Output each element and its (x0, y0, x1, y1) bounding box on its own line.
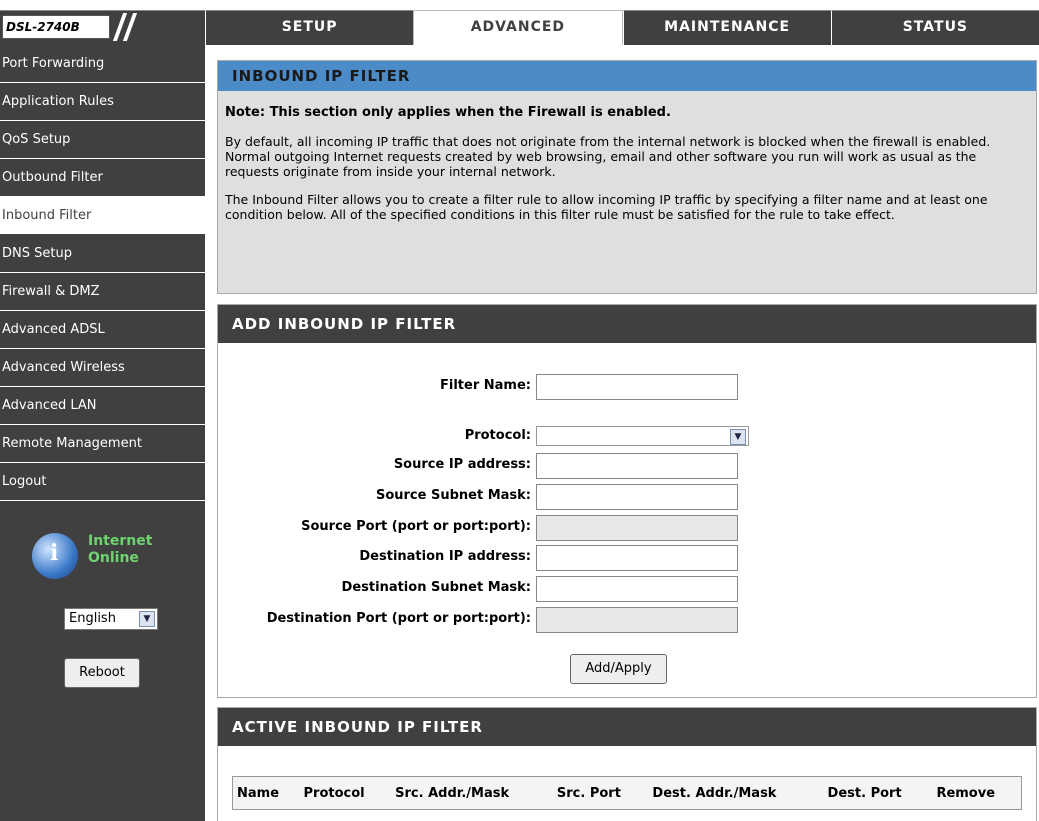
language-select[interactable]: English ▼ (64, 608, 158, 630)
active-filter-title: ACTIVE INBOUND IP FILTER (218, 708, 1036, 746)
sidebar-item-advanced-lan[interactable]: Advanced LAN (0, 387, 205, 425)
reboot-button[interactable]: Reboot (64, 658, 140, 688)
internet-status-text: Internet Online (88, 533, 152, 567)
sidebar-item-logout[interactable]: Logout (0, 463, 205, 501)
filter-name-input[interactable] (536, 374, 738, 400)
destination-mask-label: Destination Subnet Mask: (341, 580, 531, 595)
tab-setup[interactable]: SETUP (205, 10, 414, 45)
add-filter-panel: ADD INBOUND IP FILTER Filter Name: Proto… (217, 304, 1037, 698)
brand-area: DSL-2740B (0, 10, 205, 45)
active-filter-panel: ACTIVE INBOUND IP FILTER Name Protocol S… (217, 707, 1037, 821)
destination-mask-input[interactable] (536, 576, 738, 602)
top-bar: DSL-2740B SETUP ADVANCED MAINTENANCE STA… (0, 0, 1039, 45)
intro-title: INBOUND IP FILTER (218, 61, 1036, 91)
add-filter-title: ADD INBOUND IP FILTER (218, 305, 1036, 343)
model-logo: DSL-2740B (2, 15, 110, 39)
destination-mask-row: Destination Subnet Mask: (218, 576, 1038, 602)
column-dest-addr: Dest. Addr./Mask (652, 785, 777, 801)
language-value: English (69, 611, 116, 626)
intro-panel: INBOUND IP FILTER Note: This section onl… (217, 60, 1037, 294)
main-tabs: SETUP ADVANCED MAINTENANCE STATUS (205, 10, 1039, 45)
chevron-down-icon[interactable]: ▼ (730, 429, 746, 445)
source-ip-row: Source IP address: (218, 453, 1038, 479)
status-line-1: Internet (88, 533, 153, 549)
filter-name-label: Filter Name: (440, 378, 531, 393)
column-dest-port: Dest. Port (827, 785, 902, 801)
source-mask-label: Source Subnet Mask: (375, 488, 531, 503)
tab-status[interactable]: STATUS (830, 10, 1039, 45)
tab-advanced[interactable]: ADVANCED (413, 10, 623, 45)
active-filter-table: Name Protocol Src. Addr./Mask Src. Port … (232, 776, 1022, 810)
protocol-row: Protocol: ▼ (218, 425, 1038, 451)
source-ip-input[interactable] (536, 453, 738, 479)
sidebar-item-firewall-dmz[interactable]: Firewall & DMZ (0, 273, 205, 311)
sidebar-item-inbound-filter[interactable]: Inbound Filter (0, 197, 205, 235)
sidebar-item-port-forwarding[interactable]: Port Forwarding (0, 45, 205, 83)
sidebar-item-advanced-adsl[interactable]: Advanced ADSL (0, 311, 205, 349)
column-protocol: Protocol (303, 785, 365, 801)
status-line-2: Online (88, 550, 139, 566)
sidebar-item-outbound-filter[interactable]: Outbound Filter (0, 159, 205, 197)
firewall-note: Note: This section only applies when the… (225, 105, 671, 120)
sidebar-item-application-rules[interactable]: Application Rules (0, 83, 205, 121)
chevron-down-icon[interactable]: ▼ (139, 611, 155, 627)
table-header-row: Name Protocol Src. Addr./Mask Src. Port … (233, 777, 1022, 810)
brand-slashes-icon (112, 13, 152, 41)
sidebar-item-advanced-wireless[interactable]: Advanced Wireless (0, 349, 205, 387)
tab-maintenance[interactable]: MAINTENANCE (622, 10, 831, 45)
source-ip-label: Source IP address: (393, 457, 531, 472)
destination-port-label: Destination Port (port or port:port): (266, 611, 531, 626)
internet-globe-icon: i (32, 533, 78, 579)
destination-ip-label: Destination IP address: (359, 549, 531, 564)
column-name: Name (237, 785, 280, 801)
destination-ip-input[interactable] (536, 545, 738, 571)
destination-port-row: Destination Port (port or port:port): (218, 607, 1038, 633)
sidebar-item-qos-setup[interactable]: QoS Setup (0, 121, 205, 159)
source-port-input[interactable] (536, 515, 738, 541)
protocol-label: Protocol: (464, 428, 531, 443)
column-src-port: Src. Port (556, 785, 621, 801)
destination-ip-row: Destination IP address: (218, 545, 1038, 571)
source-mask-input[interactable] (536, 484, 738, 510)
internet-status: i Internet Online (32, 533, 172, 583)
filter-name-row: Filter Name: (218, 374, 1038, 400)
intro-paragraph-1: By default, all incoming IP traffic that… (225, 134, 991, 179)
intro-paragraph-2: The Inbound Filter allows you to create … (225, 192, 988, 222)
source-port-label: Source Port (port or port:port): (301, 519, 531, 534)
column-remove: Remove (936, 785, 996, 801)
destination-port-input[interactable] (536, 607, 738, 633)
sidebar-item-dns-setup[interactable]: DNS Setup (0, 235, 205, 273)
add-apply-button[interactable]: Add/Apply (570, 654, 667, 684)
sidebar: Port Forwarding Application Rules QoS Se… (0, 45, 205, 821)
source-mask-row: Source Subnet Mask: (218, 484, 1038, 510)
column-src-addr: Src. Addr./Mask (395, 785, 510, 801)
source-port-row: Source Port (port or port:port): (218, 515, 1038, 541)
sidebar-item-remote-management[interactable]: Remote Management (0, 425, 205, 463)
protocol-select[interactable]: ▼ (536, 426, 749, 446)
